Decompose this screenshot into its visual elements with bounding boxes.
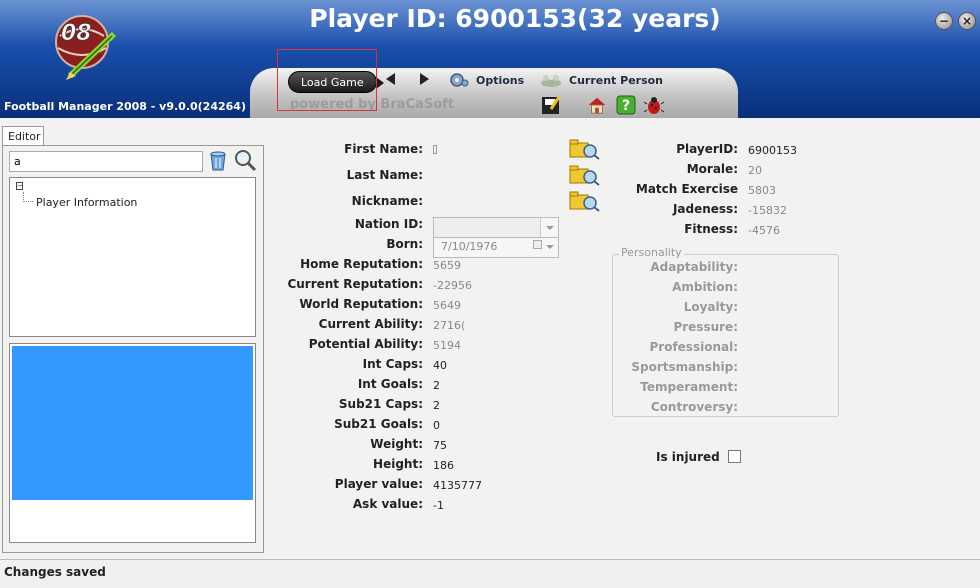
status-bar xyxy=(0,559,980,588)
loyalty-label: Loyalty: xyxy=(683,300,738,314)
back-arrow-icon[interactable] xyxy=(386,73,395,85)
morale-label: Morale: xyxy=(686,162,738,176)
forward-arrow-icon[interactable] xyxy=(420,73,429,85)
first-name-field[interactable] xyxy=(433,145,437,154)
world-reputation-label: World Reputation: xyxy=(299,297,423,311)
temperament-label: Temperament: xyxy=(640,380,738,394)
current-reputation-value[interactable]: -22956 xyxy=(433,279,472,292)
gear-icon[interactable] xyxy=(449,72,469,88)
match-exercise-label: Match Exercise xyxy=(635,182,738,196)
tree-item-player-information[interactable]: Player Information xyxy=(36,196,137,209)
ask-value-value[interactable]: -1 xyxy=(433,499,444,512)
clear-search-icon[interactable] xyxy=(207,148,229,172)
weight-label: Weight: xyxy=(370,437,423,451)
sub21-caps-value[interactable]: 2 xyxy=(433,399,440,412)
controversy-label: Controversy: xyxy=(650,400,738,414)
born-label: Born: xyxy=(386,237,423,251)
int-caps-value[interactable]: 40 xyxy=(433,359,447,372)
home-icon[interactable] xyxy=(587,95,607,115)
edit-nickname-icon[interactable] xyxy=(568,189,600,213)
fm08-logo-text: 08 xyxy=(61,21,92,44)
potential-ability-value[interactable]: 5194 xyxy=(433,339,461,352)
ask-value-label: Ask value: xyxy=(352,497,423,511)
player-id-value: 6900153 xyxy=(748,144,797,157)
int-goals-label: Int Goals: xyxy=(357,377,423,391)
ambition-label: Ambition: xyxy=(672,280,738,294)
fitness-label: Fitness: xyxy=(684,222,738,236)
int-goals-value[interactable]: 2 xyxy=(433,379,440,392)
calendar-checkbox[interactable] xyxy=(533,240,542,249)
is-injured-checkbox[interactable] xyxy=(728,450,741,463)
last-name-label: Last Name: xyxy=(346,168,423,182)
current-person-button[interactable]: Current Person xyxy=(569,74,663,87)
nation-id-label: Nation ID: xyxy=(354,217,423,231)
first-name-label: First Name: xyxy=(344,142,423,156)
current-reputation-label: Current Reputation: xyxy=(287,277,423,291)
home-reputation-label: Home Reputation: xyxy=(300,257,423,271)
search-input[interactable] xyxy=(9,151,203,172)
minimize-icon[interactable]: − xyxy=(935,12,953,30)
window-title: Player ID: 6900153(32 years) xyxy=(309,4,721,33)
match-exercise-value[interactable]: 5803 xyxy=(748,184,776,197)
selection-panel xyxy=(9,343,256,543)
weight-value[interactable]: 75 xyxy=(433,439,447,452)
potential-ability-label: Potential Ability: xyxy=(308,337,423,351)
app-version-label: Football Manager 2008 - v9.0.0(24264) xyxy=(4,100,246,113)
player-tree: − Player Information xyxy=(9,177,256,337)
morale-value[interactable]: 20 xyxy=(748,164,762,177)
bug-icon[interactable] xyxy=(644,95,664,115)
player-value-value[interactable]: 4135777 xyxy=(433,479,482,492)
current-ability-value[interactable]: 2716( xyxy=(433,319,465,332)
sportsmanship-label: Sportsmanship: xyxy=(631,360,738,374)
nation-id-select[interactable] xyxy=(433,217,559,238)
fitness-value[interactable]: -4576 xyxy=(748,224,780,237)
player-value-label: Player value: xyxy=(334,477,423,491)
people-icon[interactable] xyxy=(540,73,562,87)
title-bar: Player ID: 6900153(32 years) − × Footbal… xyxy=(0,0,980,118)
edit-first-name-icon[interactable] xyxy=(568,137,600,161)
help-icon[interactable]: ? xyxy=(616,95,636,115)
home-reputation-value[interactable]: 5659 xyxy=(433,259,461,272)
powered-by-watermark: powered by BraCaSoft xyxy=(290,97,454,112)
svg-text:?: ? xyxy=(622,98,630,114)
tree-connector xyxy=(23,192,33,202)
tree-expand-icon[interactable]: − xyxy=(16,182,23,190)
is-injured-label: Is injured xyxy=(656,450,720,464)
current-ability-label: Current Ability: xyxy=(318,317,423,331)
personality-legend: Personality xyxy=(619,246,684,259)
player-id-label: PlayerID: xyxy=(676,142,738,156)
sub21-goals-label: Sub21 Goals: xyxy=(334,417,423,431)
int-caps-label: Int Caps: xyxy=(362,357,423,371)
adaptability-label: Adaptability: xyxy=(650,260,738,274)
world-reputation-value[interactable]: 5649 xyxy=(433,299,461,312)
save-edit-icon[interactable] xyxy=(541,95,561,115)
edit-last-name-icon[interactable] xyxy=(568,163,600,187)
close-icon[interactable]: × xyxy=(958,12,976,30)
search-icon[interactable] xyxy=(233,148,257,172)
sub21-goals-value[interactable]: 0 xyxy=(433,419,440,432)
height-label: Height: xyxy=(373,457,423,471)
chevron-down-icon xyxy=(546,226,554,230)
nickname-label: Nickname: xyxy=(351,194,423,208)
jadeness-value[interactable]: -15832 xyxy=(748,204,787,217)
height-value[interactable]: 186 xyxy=(433,459,454,472)
born-chevron-down-icon xyxy=(546,245,554,249)
status-message: Changes saved xyxy=(4,565,106,579)
pressure-label: Pressure: xyxy=(673,320,738,334)
options-button[interactable]: Options xyxy=(476,74,524,87)
jadeness-label: Jadeness: xyxy=(672,202,738,216)
svg-text:08: 08 xyxy=(61,21,92,44)
sub21-caps-label: Sub21 Caps: xyxy=(338,397,423,411)
selected-area xyxy=(12,346,253,500)
born-date-value: 7/10/1976 xyxy=(441,240,498,253)
professional-label: Professional: xyxy=(649,340,738,354)
tab-editor[interactable]: Editor xyxy=(2,126,44,146)
